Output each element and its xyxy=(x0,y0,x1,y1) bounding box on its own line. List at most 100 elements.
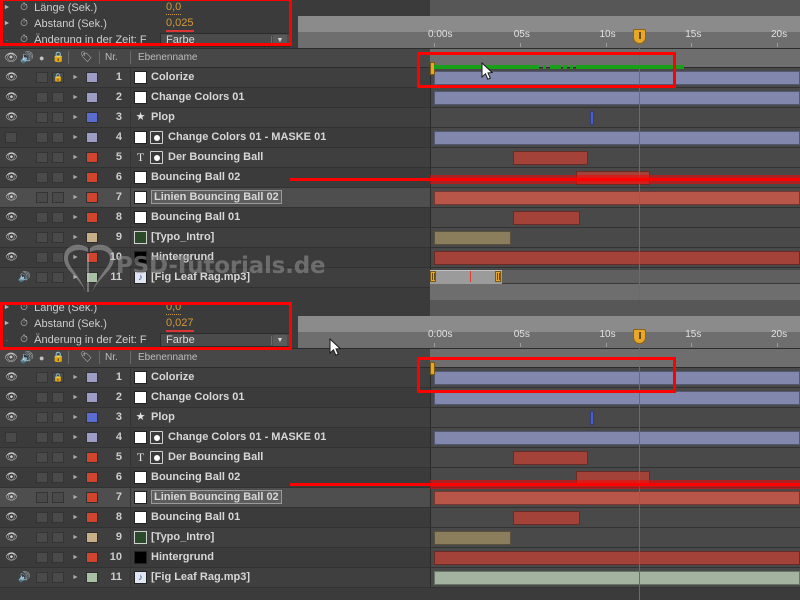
layer-label-color[interactable] xyxy=(86,452,98,463)
layer-name[interactable]: Hintergrund xyxy=(151,551,214,563)
layer-duration-bar[interactable] xyxy=(512,451,589,465)
layer-name[interactable]: Change Colors 01 xyxy=(151,91,245,103)
change-over-time-dropdown[interactable]: Farbe ▼ xyxy=(160,333,290,347)
layer-name[interactable]: [Typo_Intro] xyxy=(151,531,214,543)
layer-duration-bar[interactable] xyxy=(512,211,580,225)
lock-toggle[interactable]: 🔒 xyxy=(52,372,64,383)
twirl-triangle-icon[interactable]: ► xyxy=(72,173,81,182)
solo-toggle[interactable] xyxy=(36,452,48,463)
time-ruler-bottom[interactable] xyxy=(430,270,800,300)
twirl-triangle-icon[interactable]: ► xyxy=(0,0,14,16)
twirl-triangle-icon[interactable]: ► xyxy=(72,573,81,582)
layer-label-color[interactable] xyxy=(86,92,98,103)
solo-toggle[interactable] xyxy=(36,392,48,403)
table-row[interactable]: 🔊 ► 11 ♪ [Fig Leaf Rag.mp3] xyxy=(0,568,800,588)
eye-icon[interactable]: 👁 xyxy=(5,192,18,203)
eye-icon[interactable]: 👁 xyxy=(5,412,18,423)
table-row[interactable]: 👁 ► 3 ★ Plop xyxy=(0,408,800,428)
timeline-track-cell[interactable] xyxy=(430,208,800,227)
layer-duration-bar[interactable] xyxy=(434,531,512,545)
twirl-triangle-icon[interactable]: ► xyxy=(72,513,81,522)
layer-name[interactable]: Linien Bouncing Ball 02 xyxy=(151,190,282,204)
layer-name[interactable]: Bouncing Ball 02 xyxy=(151,171,240,183)
eye-icon[interactable]: 👁 xyxy=(4,351,18,365)
stopwatch-icon[interactable]: ⏱ xyxy=(17,332,31,348)
property-row-aenderung-bottom[interactable]: · ⏱ Änderung in der Zeit: F Farbe ▼ xyxy=(0,332,800,348)
solo-toggle[interactable] xyxy=(36,532,48,543)
lock-toggle[interactable] xyxy=(52,212,64,223)
lock-toggle[interactable] xyxy=(52,572,64,583)
layer-name[interactable]: Linien Bouncing Ball 02 xyxy=(151,490,282,504)
table-row[interactable]: 👁 ► 7 Linien Bouncing Ball 02 xyxy=(0,188,800,208)
layer-label-color[interactable] xyxy=(86,152,98,163)
layer-label-color[interactable] xyxy=(86,372,98,383)
lock-icon[interactable]: 🔒 xyxy=(52,51,64,65)
table-row[interactable]: 👁 ► 2 Change Colors 01 xyxy=(0,388,800,408)
layer-label-color[interactable] xyxy=(86,512,98,523)
layer-label-color[interactable] xyxy=(86,532,98,543)
layer-duration-bar[interactable] xyxy=(434,231,512,245)
lock-toggle[interactable] xyxy=(52,472,64,483)
layer-name[interactable]: Plop xyxy=(151,411,175,423)
timeline-track-cell[interactable] xyxy=(430,148,800,167)
layer-name[interactable]: [Typo_Intro] xyxy=(151,231,214,243)
property-row-aenderung-top[interactable]: · ⏱ Änderung in der Zeit: F Farbe ▼ xyxy=(0,32,800,48)
twirl-triangle-icon[interactable]: ► xyxy=(72,373,81,382)
table-row[interactable]: 👁 ► 9 [Typo_Intro] xyxy=(0,528,800,548)
table-row[interactable]: 👁 ► 5 T Der Bouncing Ball xyxy=(0,448,800,468)
layer-label-color[interactable] xyxy=(86,572,98,583)
column-name-header[interactable]: Ebenenname xyxy=(138,351,198,365)
twirl-triangle-icon[interactable]: ► xyxy=(72,433,81,442)
layer-label-color[interactable] xyxy=(86,132,98,143)
layer-name[interactable]: Der Bouncing Ball xyxy=(168,151,263,163)
layer-label-color[interactable] xyxy=(86,492,98,503)
solo-toggle[interactable] xyxy=(36,252,48,263)
eye-toggle-empty[interactable] xyxy=(5,132,17,143)
layer-duration-bar[interactable] xyxy=(434,491,800,505)
solo-dot-icon[interactable]: ● xyxy=(39,51,44,65)
property-row-abstand-top[interactable]: ► ⏱ Abstand (Sek.) 0,025 xyxy=(0,16,800,32)
lock-toggle[interactable] xyxy=(52,92,64,103)
twirl-triangle-icon[interactable]: ► xyxy=(0,300,14,316)
layer-duration-bar[interactable] xyxy=(434,371,800,385)
layer-name[interactable]: Change Colors 01 - MASKE 01 xyxy=(168,431,326,443)
table-row[interactable]: 👁 ► 6 Bouncing Ball 02 xyxy=(0,468,800,488)
solo-toggle[interactable] xyxy=(36,272,48,283)
speaker-icon[interactable]: 🔊 xyxy=(20,51,34,65)
table-row[interactable]: 👁 ► 8 Bouncing Ball 01 xyxy=(0,208,800,228)
twirl-triangle-icon[interactable]: ► xyxy=(72,553,81,562)
table-row[interactable]: ► 4 Change Colors 01 - MASKE 01 xyxy=(0,128,800,148)
twirl-triangle-icon[interactable]: ► xyxy=(72,213,81,222)
twirl-triangle-icon[interactable]: ► xyxy=(72,193,81,202)
solo-toggle[interactable] xyxy=(36,212,48,223)
stopwatch-icon[interactable]: ⏱ xyxy=(17,16,31,32)
twirl-triangle-icon[interactable]: ► xyxy=(72,93,81,102)
layer-duration-bar[interactable] xyxy=(434,551,800,565)
solo-toggle[interactable] xyxy=(36,512,48,523)
property-row-abstand-bottom[interactable]: ► ⏱ Abstand (Sek.) 0,027 xyxy=(0,316,800,332)
table-row[interactable]: 👁 ► 2 Change Colors 01 xyxy=(0,88,800,108)
solo-toggle[interactable] xyxy=(36,132,48,143)
lock-toggle[interactable] xyxy=(52,392,64,403)
layer-label-color[interactable] xyxy=(86,192,98,203)
current-time-indicator-line-top[interactable] xyxy=(639,46,640,300)
property-row-laenge-bottom[interactable]: ► ⏱ Länge (Sek.) 0,0 xyxy=(0,300,800,316)
property-row-laenge-top[interactable]: ► ⏱ Länge (Sek.) 0,0 xyxy=(0,0,800,16)
twirl-triangle-icon[interactable]: ► xyxy=(72,113,81,122)
stopwatch-icon[interactable]: ⏱ xyxy=(17,0,31,16)
timeline-track-cell[interactable] xyxy=(430,108,800,127)
layer-label-color[interactable] xyxy=(86,472,98,483)
lock-icon[interactable]: 🔒 xyxy=(52,351,64,365)
work-area-bar-bottom[interactable] xyxy=(430,270,502,284)
column-number-header[interactable]: Nr. xyxy=(105,51,118,65)
layer-name[interactable]: Colorize xyxy=(151,371,194,383)
lock-toggle[interactable] xyxy=(52,152,64,163)
layer-label-color[interactable] xyxy=(86,432,98,443)
layer-name[interactable]: Bouncing Ball 01 xyxy=(151,511,240,523)
twirl-triangle-icon[interactable]: ► xyxy=(72,393,81,402)
table-row[interactable]: 👁 ► 3 ★ Plop xyxy=(0,108,800,128)
layer-name[interactable]: Plop xyxy=(151,111,175,123)
stopwatch-icon[interactable]: ⏱ xyxy=(17,300,31,316)
lock-toggle[interactable]: 🔒 xyxy=(52,72,64,83)
lock-toggle[interactable] xyxy=(52,432,64,443)
